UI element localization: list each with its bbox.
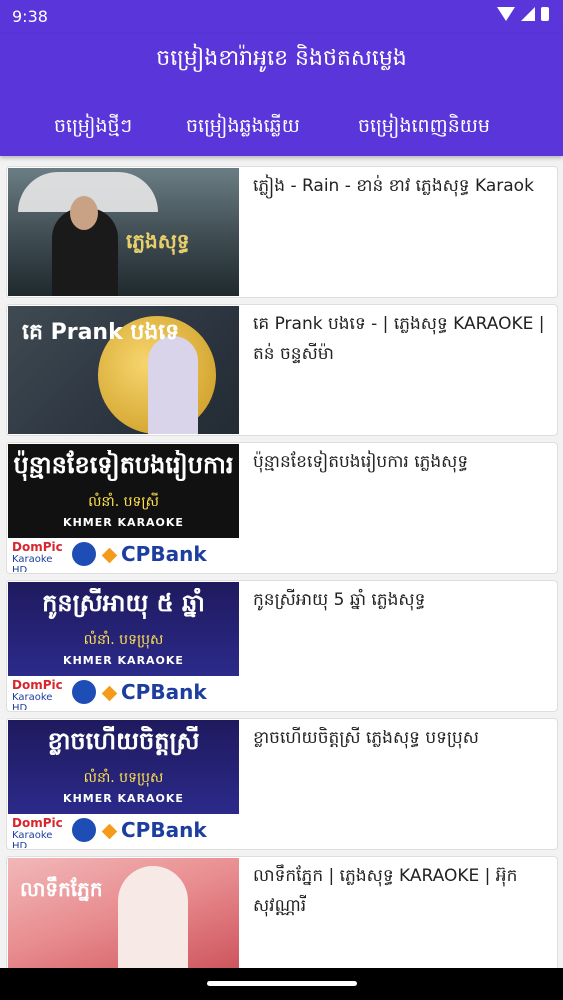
dompic-name: DomPic	[12, 816, 63, 830]
thumbnail-style: លំនាំ. បទប្រុស	[83, 770, 164, 786]
diamond-icon	[101, 685, 118, 702]
diamond-icon	[101, 823, 118, 840]
song-list: ភ្លេងសុទ្ធ ភ្លៀង - Rain - ខាន់ ខាវ ភ្លេង…	[0, 156, 563, 968]
song-thumbnail: ខ្លាចហើយចិត្តស្រី លំនាំ. បទប្រុស KHMER K…	[8, 720, 239, 848]
song-thumbnail: ភ្លេងសុទ្ធ	[8, 168, 239, 296]
song-thumbnail: ប៉ុន្មានខែទៀតបងរៀបការ លំនាំ. បទស្រី KHME…	[8, 444, 239, 572]
cpbank-name: CPBank	[121, 818, 207, 842]
navigation-bar	[0, 968, 563, 1000]
cpbank-name: CPBank	[121, 542, 207, 566]
status-icons	[497, 7, 549, 21]
tab-popular-songs[interactable]: ចម្រៀងពេញនិយម	[358, 114, 490, 142]
thumbnail-karaoke-label: KHMER KARAOKE	[63, 516, 184, 529]
tab-new-songs[interactable]: ចម្រៀងថ្មីៗ	[54, 114, 132, 142]
thumbnail-song-name: ប៉ុន្មានខែទៀតបងរៀបការ	[13, 451, 234, 479]
dompic-sub: Karaoke HD	[12, 692, 53, 710]
song-title: គេ Prank បងទេ - | ភ្លេងសុទ្ធ KARAOKE | ត…	[253, 314, 545, 364]
thumbnail-karaoke-label: KHMER KARAOKE	[63, 792, 184, 805]
app-bar: ចម្រៀងខារ៉ាអូខេ និងថតសម្លេង ចម្រៀងថ្មីៗ …	[0, 34, 563, 156]
sponsor-strip: DomPic Karaoke HD CPBank	[8, 676, 239, 710]
circle-logo-icon	[72, 680, 96, 704]
app-title: ចម្រៀងខារ៉ាអូខេ និងថតសម្លេង	[156, 46, 407, 71]
status-time: 9:38	[12, 7, 48, 26]
signal-icon	[521, 7, 535, 21]
home-gesture-handle[interactable]	[207, 981, 357, 986]
song-card[interactable]: ភ្លេងសុទ្ធ ភ្លៀង - Rain - ខាន់ ខាវ ភ្លេង…	[6, 166, 558, 298]
battery-icon	[541, 7, 549, 21]
cpbank-name: CPBank	[121, 680, 207, 704]
circle-logo-icon	[72, 542, 96, 566]
song-title: កូនស្រីអាយុ 5 ឆ្នាំ ភ្លេងសុទ្ធ	[253, 590, 426, 610]
thumbnail-caption: ភ្លេងសុទ្ធ	[126, 229, 190, 253]
song-card[interactable]: កូនស្រីអាយុ ៥ ឆ្នាំ លំនាំ. បទប្រុស KHMER…	[6, 580, 558, 712]
thumbnail-song-name: កូនស្រីអាយុ ៥ ឆ្នាំ	[42, 589, 205, 617]
song-thumbnail: កូនស្រីអាយុ ៥ ឆ្នាំ លំនាំ. បទប្រុស KHMER…	[8, 582, 239, 710]
dompic-sub: Karaoke HD	[12, 554, 53, 572]
tab-duet-songs[interactable]: ចម្រៀងឆ្លងឆ្លើយ	[186, 114, 300, 142]
dompic-sub: Karaoke HD	[12, 830, 53, 848]
cpbank-logo: CPBank	[101, 680, 207, 704]
dompic-logo: DomPic Karaoke HD	[12, 540, 68, 572]
thumbnail-karaoke-label: KHMER KARAOKE	[63, 654, 184, 667]
tab-bar: ចម្រៀងថ្មីៗ ចម្រៀងឆ្លងឆ្លើយ ចម្រៀងពេញនិយ…	[0, 106, 563, 146]
song-card[interactable]: ខ្លាចហើយចិត្តស្រី លំនាំ. បទប្រុស KHMER K…	[6, 718, 558, 850]
sponsor-strip: DomPic Karaoke HD CPBank	[8, 814, 239, 848]
thumbnail-banner: ប៉ុន្មានខែទៀតបងរៀបការ លំនាំ. បទស្រី KHME…	[8, 444, 239, 538]
cpbank-logo: CPBank	[101, 818, 207, 842]
song-thumbnail: លាទឹកភ្នែក	[8, 858, 239, 968]
dompic-logo: DomPic Karaoke HD	[12, 678, 68, 710]
thumbnail-caption: គេ Prank បងទេ	[22, 320, 180, 345]
thumbnail-song-name: ខ្លាចហើយចិត្តស្រី	[47, 727, 200, 755]
sponsor-strip: DomPic Karaoke HD CPBank	[8, 538, 239, 572]
thumbnail-style: លំនាំ. បទប្រុស	[83, 632, 164, 648]
singer-figure	[118, 866, 188, 968]
thumbnail-caption: លាទឹកភ្នែក	[20, 877, 103, 901]
song-title: ប៉ុន្មានខែទៀតបងរៀបការ ភ្លេងសុទ្ធ	[253, 452, 469, 472]
circle-logo-icon	[72, 818, 96, 842]
status-bar: 9:38	[0, 0, 563, 34]
song-title: ខ្លាចហើយចិត្តស្រី ភ្លេងសុទ្ធ បទប្រុស	[253, 728, 479, 748]
song-card[interactable]: លាទឹកភ្នែក លាទឹកភ្នែក | ភ្លេងសុទ្ធ KARAO…	[6, 856, 558, 968]
singer-face	[70, 196, 98, 230]
dompic-name: DomPic	[12, 540, 63, 554]
song-thumbnail: គេ Prank បងទេ	[8, 306, 239, 434]
thumbnail-style: លំនាំ. បទស្រី	[88, 494, 159, 510]
singer-figure	[148, 336, 198, 434]
thumbnail-banner: ខ្លាចហើយចិត្តស្រី លំនាំ. បទប្រុស KHMER K…	[8, 720, 239, 814]
song-card[interactable]: ប៉ុន្មានខែទៀតបងរៀបការ លំនាំ. បទស្រី KHME…	[6, 442, 558, 574]
thumbnail-banner: កូនស្រីអាយុ ៥ ឆ្នាំ លំនាំ. បទប្រុស KHMER…	[8, 582, 239, 676]
cpbank-logo: CPBank	[101, 542, 207, 566]
wifi-icon	[497, 7, 515, 21]
song-title: ភ្លៀង - Rain - ខាន់ ខាវ ភ្លេងសុទ្ធ Karao…	[253, 176, 534, 196]
song-card[interactable]: គេ Prank បងទេ គេ Prank បងទេ - | ភ្លេងសុទ…	[6, 304, 558, 436]
song-title: លាទឹកភ្នែក | ភ្លេងសុទ្ធ KARAOKE | អ៊ុក ស…	[253, 866, 518, 916]
dompic-logo: DomPic Karaoke HD	[12, 816, 68, 848]
diamond-icon	[101, 547, 118, 564]
dompic-name: DomPic	[12, 678, 63, 692]
